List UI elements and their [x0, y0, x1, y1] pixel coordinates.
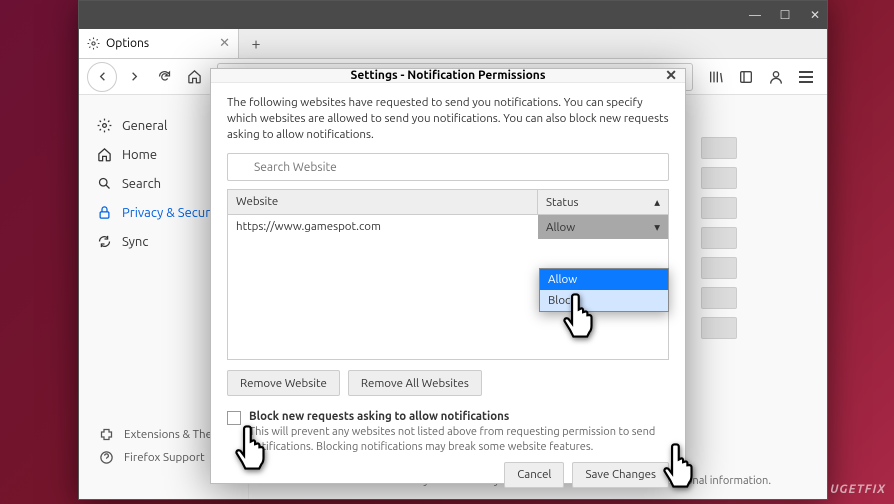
sidebar-item-label: Firefox Support	[124, 451, 205, 464]
sidebar-item-label: Sync	[122, 235, 148, 249]
dialog-close-button[interactable]: ✕	[665, 67, 677, 84]
dropdown-option-allow[interactable]: Allow	[540, 269, 668, 290]
window-close-button[interactable]: ✕	[807, 7, 823, 23]
dialog-description: The following websites have requested to…	[227, 95, 669, 143]
back-button[interactable]	[87, 62, 117, 92]
dialog-header: Settings - Notification Permissions ✕	[211, 69, 685, 83]
lock-icon	[97, 205, 112, 220]
column-header-website[interactable]: Website	[228, 190, 538, 214]
puzzle-icon	[99, 427, 114, 442]
status-dropdown-menu: Allow Block	[539, 268, 669, 312]
remove-website-button[interactable]: Remove Website	[227, 370, 340, 396]
question-icon	[99, 450, 114, 465]
menu-button[interactable]	[793, 64, 819, 90]
notification-permissions-dialog: Settings - Notification Permissions ✕ Th…	[210, 68, 686, 484]
website-cell: https://www.gamespot.com	[228, 215, 538, 239]
gear-icon	[87, 37, 100, 50]
library-button[interactable]	[703, 64, 729, 90]
tab-bar: Options ✕ +	[79, 29, 827, 59]
background-settings-buttons	[701, 137, 737, 347]
window-maximize-button[interactable]: ☐	[777, 7, 793, 23]
account-button[interactable]	[763, 64, 789, 90]
block-checkbox-label: Block new requests asking to allow notif…	[249, 410, 669, 423]
tab-options[interactable]: Options ✕	[79, 29, 239, 58]
search-icon	[97, 176, 112, 191]
sidebar-button[interactable]	[733, 64, 759, 90]
forward-button[interactable]	[121, 64, 147, 90]
window-minimize-button[interactable]: —	[747, 7, 763, 23]
search-website-input[interactable]	[227, 153, 669, 181]
home-icon	[97, 147, 112, 162]
block-checkbox-description: This will prevent any websites not liste…	[249, 425, 669, 454]
save-changes-button[interactable]: Save Changes	[572, 462, 669, 488]
chevron-down-icon: ▾	[654, 220, 660, 234]
status-selected-value: Allow	[546, 221, 575, 234]
tab-title: Options	[106, 37, 149, 50]
tab-close-icon[interactable]: ✕	[219, 36, 230, 51]
gear-icon	[97, 118, 112, 133]
sync-icon	[97, 234, 112, 249]
sidebar-item-label: Search	[122, 177, 161, 191]
column-header-status[interactable]: Status ▴	[538, 190, 668, 214]
cancel-button[interactable]: Cancel	[504, 462, 564, 488]
window-titlebar: — ☐ ✕	[79, 1, 827, 29]
status-dropdown[interactable]: Allow ▾	[538, 215, 668, 239]
remove-all-websites-button[interactable]: Remove All Websites	[348, 370, 482, 396]
dialog-title: Settings - Notification Permissions	[351, 69, 546, 82]
dropdown-option-block[interactable]: Block	[540, 290, 668, 311]
sidebar-item-label: General	[122, 119, 167, 133]
table-row[interactable]: https://www.gamespot.com Allow ▾	[228, 215, 668, 239]
sidebar-item-label: Home	[122, 148, 157, 162]
block-new-requests-checkbox[interactable]	[227, 411, 241, 425]
home-button[interactable]	[181, 64, 207, 90]
watermark: UGETFIX	[830, 483, 886, 496]
column-header-status-label: Status	[546, 196, 579, 209]
new-tab-button[interactable]: +	[243, 33, 269, 55]
reload-button[interactable]	[151, 64, 177, 90]
sort-arrow-icon: ▴	[654, 195, 660, 209]
